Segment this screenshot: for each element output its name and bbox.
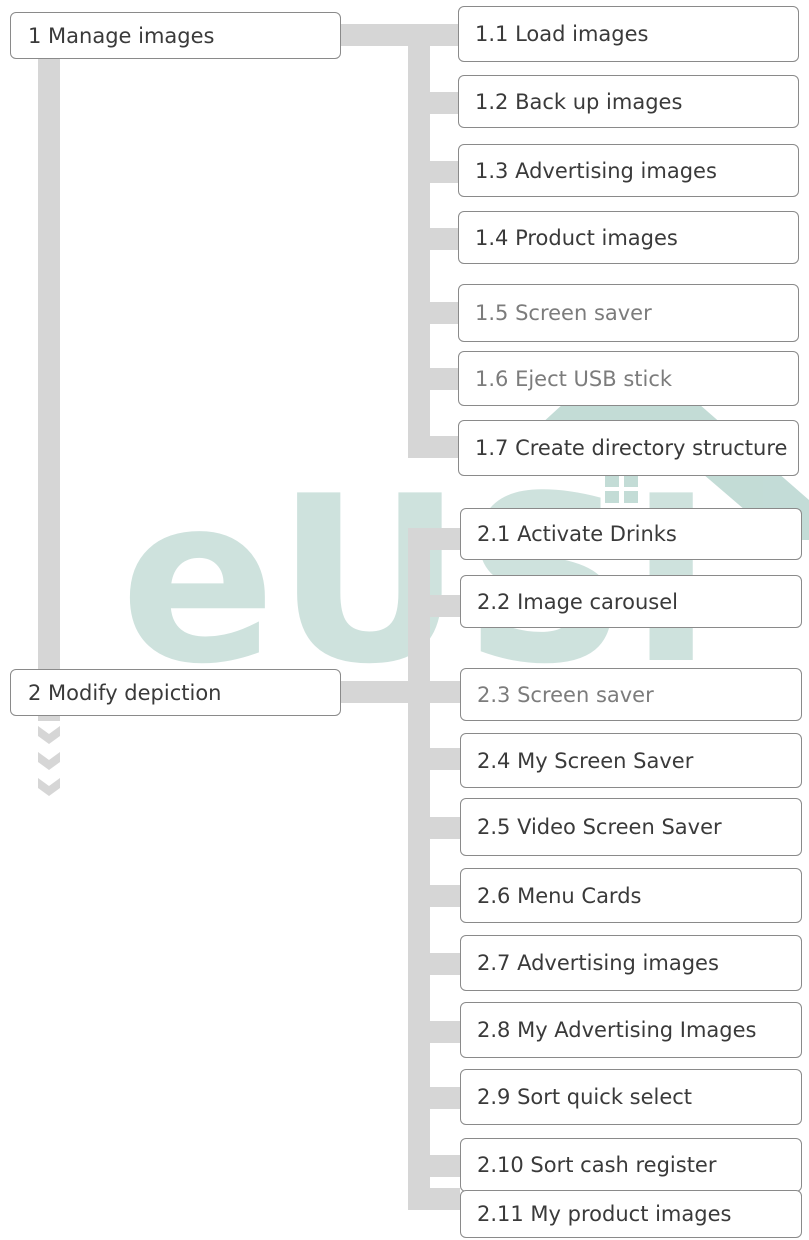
menu-item-1-7[interactable]: 1.7 Create directory structure — [458, 420, 799, 476]
menu-item-label: 1.1 Load images — [475, 22, 649, 46]
menu-item-label: 1.4 Product images — [475, 225, 678, 250]
branch-stub — [408, 92, 460, 114]
menu-item-label: 1.2 Back up images — [475, 89, 683, 114]
menu-item-label: 2.4 My Screen Saver — [477, 748, 694, 773]
menu-item-2-8[interactable]: 2.8 My Advertising Images — [460, 1002, 802, 1058]
menu-item-label: 2.8 My Advertising Images — [477, 1018, 757, 1042]
menu-item-label: 2.9 Sort quick select — [477, 1085, 693, 1109]
group1-label: 1 Manage images — [28, 23, 215, 48]
branch-stub — [408, 302, 460, 324]
branch-stub — [408, 681, 460, 703]
branch-stub — [408, 817, 460, 839]
menu-item-label: 2.3 Screen saver — [477, 682, 654, 707]
menu-item-label: 2.10 Sort cash register — [477, 1153, 717, 1177]
menu-item-label: 2.1 Activate Drinks — [477, 522, 677, 546]
menu-item-2-3[interactable]: 2.3 Screen saver — [460, 668, 802, 721]
chevron-down-icon — [38, 726, 60, 744]
group2-label: 2 Modify depiction — [28, 680, 222, 705]
branch-stub — [408, 1021, 460, 1043]
branch-stub — [408, 528, 460, 550]
menu-item-2-9[interactable]: 2.9 Sort quick select — [460, 1069, 802, 1125]
branch-stub — [408, 595, 460, 617]
menu-item-2-10[interactable]: 2.10 Sort cash register — [460, 1138, 802, 1192]
menu-item-label: 2.2 Image carousel — [477, 589, 678, 614]
menu-item-1-2[interactable]: 1.2 Back up images — [458, 75, 799, 128]
menu-item-1-3[interactable]: 1.3 Advertising images — [458, 144, 799, 197]
menu-item-2-2[interactable]: 2.2 Image carousel — [460, 575, 802, 628]
menu-item-1-4[interactable]: 1.4 Product images — [458, 211, 799, 264]
menu-item-label: 2.11 My product images — [477, 1202, 732, 1226]
menu-item-2-11[interactable]: 2.11 My product images — [460, 1190, 802, 1238]
menu-item-label: 2.7 Advertising images — [477, 951, 719, 975]
branch-stub — [408, 161, 460, 183]
menu-item-label: 2.5 Video Screen Saver — [477, 815, 722, 839]
menu-item-label: 2.6 Menu Cards — [477, 883, 642, 908]
branch-stub — [408, 748, 460, 770]
group1-parent-box[interactable]: 1 Manage images — [10, 12, 341, 59]
menu-item-2-4[interactable]: 2.4 My Screen Saver — [460, 733, 802, 788]
branch-stub — [408, 953, 460, 975]
menu-item-1-1[interactable]: 1.1 Load images — [458, 6, 799, 62]
menu-item-label: 1.3 Advertising images — [475, 158, 717, 183]
group2-parent-box[interactable]: 2 Modify depiction — [10, 669, 341, 716]
menu-item-1-5[interactable]: 1.5 Screen saver — [458, 284, 799, 342]
main-spine — [38, 56, 60, 721]
branch-stub — [408, 885, 460, 907]
branch-stub — [408, 24, 460, 46]
menu-item-2-6[interactable]: 2.6 Menu Cards — [460, 868, 802, 923]
branch-stub — [408, 368, 460, 390]
branch-stub — [408, 1087, 460, 1109]
menu-item-label: 1.5 Screen saver — [475, 301, 652, 325]
menu-item-2-1[interactable]: 2.1 Activate Drinks — [460, 508, 802, 560]
menu-item-2-5[interactable]: 2.5 Video Screen Saver — [460, 798, 802, 856]
menu-item-1-6[interactable]: 1.6 Eject USB stick — [458, 351, 799, 406]
branch-stub — [408, 436, 460, 458]
menu-item-label: 1.7 Create directory structure — [475, 436, 788, 460]
branch-stub — [408, 1155, 460, 1177]
menu-item-2-7[interactable]: 2.7 Advertising images — [460, 935, 802, 991]
branch-stub — [408, 1188, 460, 1210]
menu-item-label: 1.6 Eject USB stick — [475, 366, 673, 391]
chevron-down-icon — [38, 752, 60, 770]
branch-stub — [408, 228, 460, 250]
chevron-down-icon — [38, 778, 60, 796]
